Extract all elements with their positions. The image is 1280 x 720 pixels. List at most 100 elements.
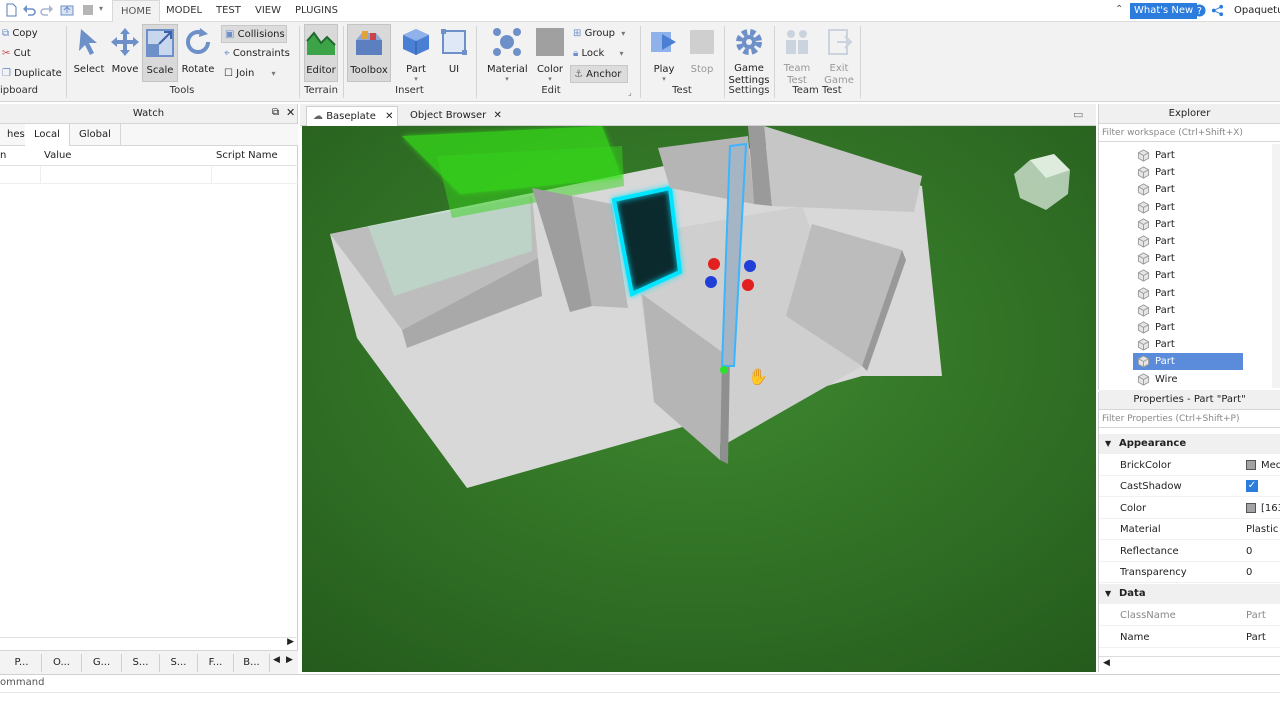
move-button[interactable]: Move <box>108 24 142 82</box>
copy-button[interactable]: ⧉ Copy <box>2 25 38 43</box>
bottom-tab-7[interactable]: B... <box>234 654 270 672</box>
horizontal-scrollbar[interactable]: ▶ <box>0 637 298 650</box>
scale-handle-green[interactable] <box>720 366 728 374</box>
explorer-item[interactable]: Part <box>1133 336 1243 353</box>
properties-h-scrollbar[interactable]: ◀ <box>1099 656 1280 670</box>
rotate-button[interactable]: Rotate <box>180 24 216 82</box>
quick-access-dropdown-icon[interactable]: ▾ <box>99 4 103 13</box>
share-icon[interactable] <box>1211 4 1224 17</box>
scroll-right-icon[interactable]: ▶ <box>287 637 294 647</box>
explorer-item[interactable]: Part <box>1133 199 1243 216</box>
tabs-scroll-right-icon[interactable]: ▶ <box>286 655 293 665</box>
watch-tab-local[interactable]: Local <box>25 124 70 146</box>
explorer-item[interactable]: Part <box>1133 233 1243 250</box>
scale-handle-blue[interactable] <box>705 276 717 288</box>
bottom-tab-5[interactable]: S... <box>160 654 198 672</box>
select-button[interactable]: Select <box>72 24 106 82</box>
stop-icon[interactable] <box>81 3 95 17</box>
constraints-toggle[interactable]: ⌖ Constraints <box>224 45 290 63</box>
explorer-item[interactable]: Part <box>1133 164 1243 181</box>
prop-name-field[interactable]: Name Part <box>1099 627 1280 648</box>
terrain-editor-button[interactable]: Editor <box>304 24 338 82</box>
bottom-tab-4[interactable]: S... <box>122 654 160 672</box>
help-icon[interactable]: ? <box>1193 4 1206 17</box>
cut-button[interactable]: ✂ Cut <box>2 45 31 63</box>
explorer-item[interactable]: Part <box>1133 353 1243 370</box>
close-tab-icon[interactable]: ✕ <box>385 111 393 122</box>
play-button[interactable]: Play ▾ <box>648 24 680 83</box>
team-test-button[interactable]: Team Test <box>780 24 814 86</box>
duplicate-button[interactable]: ❐ Duplicate <box>2 65 62 83</box>
section-appearance[interactable]: ▼ Appearance <box>1099 434 1280 454</box>
explorer-item[interactable]: Part <box>1133 319 1243 336</box>
castshadow-checkbox[interactable]: ✓ <box>1246 480 1258 492</box>
tab-model[interactable]: MODEL <box>158 0 210 22</box>
file-icon[interactable] <box>4 3 18 17</box>
scale-handle-blue[interactable] <box>744 260 756 272</box>
prop-castshadow[interactable]: CastShadow ✓ <box>1099 476 1280 497</box>
username[interactable]: Opaquetu <box>1234 0 1280 22</box>
collapse-chevron-icon[interactable]: ▼ <box>1105 434 1111 454</box>
explorer-item[interactable]: Wire <box>1133 371 1243 388</box>
part-button[interactable]: Part ▾ <box>398 24 434 83</box>
watch-col-script-name[interactable]: Script Name <box>216 146 278 166</box>
color-dropdown-icon[interactable]: ▾ <box>533 76 567 83</box>
prop-color[interactable]: Color [163 <box>1099 498 1280 519</box>
explorer-item[interactable]: Part <box>1133 147 1243 164</box>
bottom-tab-2[interactable]: O... <box>42 654 82 672</box>
scale-handle-red[interactable] <box>708 258 720 270</box>
prop-reflectance[interactable]: Reflectance 0 <box>1099 541 1280 562</box>
explorer-item[interactable]: Part <box>1133 285 1243 302</box>
group-dropdown-icon[interactable]: ▾ <box>621 29 625 38</box>
tab-plugins[interactable]: PLUGINS <box>287 0 346 22</box>
redo-icon[interactable] <box>40 3 54 17</box>
publish-icon[interactable] <box>60 3 74 17</box>
prop-classname[interactable]: ClassName Part <box>1099 605 1280 626</box>
close-tab-icon[interactable]: ✕ <box>493 110 501 121</box>
prop-transparency[interactable]: Transparency 0 <box>1099 562 1280 583</box>
edit-expand-icon[interactable]: ⌟ <box>628 88 632 97</box>
material-dropdown-icon[interactable]: ▾ <box>487 76 527 83</box>
tab-object-browser[interactable]: Object Browser ✕ <box>404 106 502 126</box>
bottom-tab-3[interactable]: G... <box>82 654 122 672</box>
material-button[interactable]: Material ▾ <box>487 24 528 83</box>
tab-view[interactable]: VIEW <box>247 0 289 22</box>
watch-tab-global[interactable]: Global <box>70 124 121 146</box>
close-panel-icon[interactable]: ✕ <box>286 106 295 119</box>
viewport-layout-icon[interactable]: ▭ <box>1073 108 1083 121</box>
join-dropdown-icon[interactable]: ▾ <box>272 69 276 78</box>
lock-dropdown-icon[interactable]: ▾ <box>620 49 624 58</box>
scroll-left-icon[interactable]: ◀ <box>1103 658 1110 668</box>
explorer-item[interactable]: Part <box>1133 267 1243 284</box>
explorer-item[interactable]: Part <box>1133 216 1243 233</box>
explorer-scrollbar[interactable] <box>1272 144 1280 388</box>
lock-button[interactable]: 🔒︎ Lock ▾ <box>573 45 624 63</box>
scale-handle-red[interactable] <box>742 279 754 291</box>
watch-empty-row[interactable] <box>0 166 298 184</box>
ui-button[interactable]: UI <box>438 24 470 82</box>
explorer-item[interactable]: Part <box>1133 250 1243 267</box>
explorer-item[interactable]: Part <box>1133 302 1243 319</box>
scale-button[interactable]: Scale <box>142 24 178 82</box>
stop-button[interactable]: Stop <box>686 24 718 82</box>
play-dropdown-icon[interactable]: ▾ <box>648 76 680 83</box>
collapse-ribbon-icon[interactable]: ⌃ <box>1115 4 1123 15</box>
game-settings-button[interactable]: Game Settings <box>728 24 770 86</box>
group-button[interactable]: ⊞ Group ▾ <box>573 25 625 43</box>
tabs-scroll-left-icon[interactable]: ◀ <box>273 655 280 665</box>
command-bar[interactable]: ommand <box>0 674 1280 692</box>
tab-home[interactable]: HOME <box>112 0 161 23</box>
tab-test[interactable]: TEST <box>208 0 249 22</box>
whats-new-button[interactable]: What's New <box>1130 3 1198 19</box>
tab-baseplate[interactable]: ☁ Baseplate ✕ <box>306 106 398 126</box>
collisions-toggle[interactable]: ▣ Collisions <box>221 25 287 43</box>
explorer-filter-input[interactable]: Filter workspace (Ctrl+Shift+X) <box>1099 124 1280 142</box>
prop-material[interactable]: Material Plastic <box>1099 519 1280 540</box>
watch-col-name[interactable]: n <box>0 146 6 166</box>
properties-filter-input[interactable]: Filter Properties (Ctrl+Shift+P) <box>1099 410 1280 428</box>
color-button[interactable]: Color ▾ <box>533 24 567 83</box>
bottom-tab-1[interactable]: P... <box>2 654 42 672</box>
prop-brickcolor[interactable]: BrickColor Med <box>1099 455 1280 476</box>
join-toggle[interactable]: ☐ Join ▾ <box>224 65 276 83</box>
float-panel-icon[interactable]: ⧉ <box>272 107 279 118</box>
